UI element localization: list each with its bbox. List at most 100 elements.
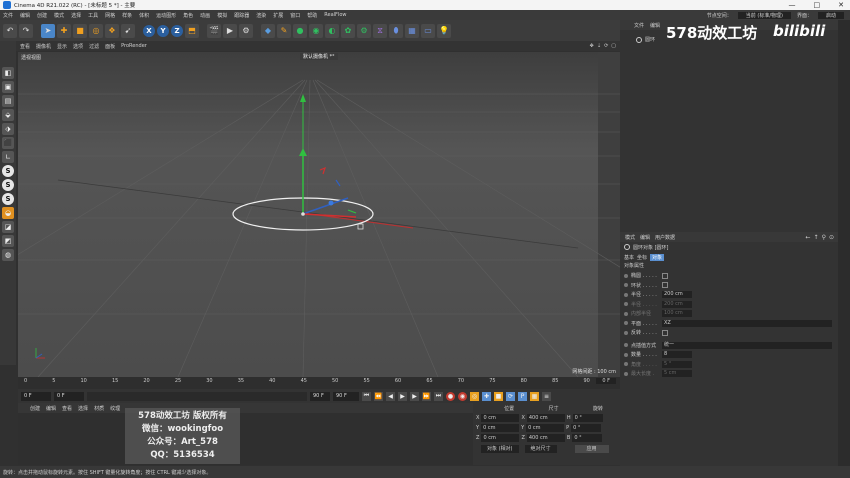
points-mode-icon[interactable]: ⬙ bbox=[2, 109, 14, 121]
mat-menu-create[interactable]: 创建 bbox=[30, 405, 40, 412]
zoom-icon[interactable]: ⇣ bbox=[597, 43, 601, 49]
autokey-icon[interactable]: ◉ bbox=[458, 391, 467, 401]
undo-icon[interactable]: ↶ bbox=[3, 23, 17, 38]
interface-select[interactable]: 启动 bbox=[817, 11, 844, 19]
field-icon[interactable]: ⚙ bbox=[357, 23, 371, 38]
prev-key-icon[interactable]: ⏪ bbox=[374, 391, 383, 401]
coordinate-system-icon[interactable]: ⬒ bbox=[185, 23, 199, 38]
cube-icon[interactable]: ◆ bbox=[261, 23, 275, 38]
key-param-icon[interactable]: P bbox=[518, 391, 527, 401]
extra-tool-icon[interactable]: ➹ bbox=[121, 23, 135, 38]
key-rotation-icon[interactable]: ⟳ bbox=[506, 391, 515, 401]
prev-frame-icon[interactable]: ◀ bbox=[386, 391, 395, 401]
texture-mode-icon[interactable]: ▤ bbox=[2, 95, 14, 107]
plane-select[interactable]: XZ bbox=[662, 319, 832, 327]
tab-coord[interactable]: 坐标 bbox=[637, 254, 647, 261]
select-cursor-icon[interactable]: ➤ bbox=[41, 23, 55, 38]
timeline-menu-icon[interactable]: ≡ bbox=[542, 391, 551, 401]
key-position-icon[interactable]: ✚ bbox=[482, 391, 491, 401]
vp-menu-filter[interactable]: 过滤 bbox=[89, 43, 99, 50]
mat-menu-texture[interactable]: 纹理 bbox=[110, 405, 120, 412]
preview-start-field[interactable]: 0 F bbox=[54, 391, 84, 401]
go-to-end-icon[interactable]: ⏭ bbox=[434, 391, 443, 401]
subdivision-icon[interactable]: ● bbox=[293, 23, 307, 38]
orbit-icon[interactable]: ⟳ bbox=[604, 43, 608, 49]
menu-realflow[interactable]: RealFlow bbox=[324, 12, 346, 18]
menu-render[interactable]: 渲染 bbox=[256, 12, 266, 19]
apply-button[interactable]: 应用 bbox=[574, 445, 609, 453]
number-field[interactable]: 8 bbox=[662, 351, 692, 359]
render-view-icon[interactable]: 🎬 bbox=[207, 23, 221, 38]
redo-icon[interactable]: ↷ bbox=[19, 23, 33, 38]
menu-volume[interactable]: 体积 bbox=[139, 12, 149, 19]
z-axis-lock-icon[interactable]: Z bbox=[171, 24, 183, 37]
y-axis-lock-icon[interactable]: Y bbox=[157, 24, 169, 37]
attr-menu-mode[interactable]: 模式 bbox=[625, 234, 635, 241]
anim-dot-icon[interactable] bbox=[624, 330, 628, 335]
pen-spline-icon[interactable]: ✎ bbox=[277, 23, 291, 38]
radius-field[interactable]: 200 cm bbox=[662, 291, 692, 299]
vp-menu-view[interactable]: 查看 bbox=[20, 43, 30, 50]
key-pla-icon[interactable]: ▦ bbox=[530, 391, 539, 401]
workplane-icon[interactable]: S bbox=[2, 179, 14, 191]
attr-menu-userdata[interactable]: 用户数据 bbox=[655, 234, 675, 241]
mat-menu-view[interactable]: 查看 bbox=[62, 405, 72, 412]
menu-tracker[interactable]: 跟踪器 bbox=[234, 12, 249, 19]
size-y-field[interactable]: 0 cm bbox=[526, 424, 565, 432]
attr-menu-edit[interactable]: 编辑 bbox=[640, 234, 650, 241]
menu-window[interactable]: 窗口 bbox=[290, 12, 300, 19]
menu-edit[interactable]: 编辑 bbox=[20, 12, 30, 19]
next-key-icon[interactable]: ⏩ bbox=[422, 391, 431, 401]
tab-basic[interactable]: 基本 bbox=[624, 254, 634, 261]
make-editable-icon[interactable]: ◧ bbox=[2, 67, 14, 79]
obj-menu-edit[interactable]: 编辑 bbox=[650, 22, 660, 29]
search-icon[interactable]: ⚲ bbox=[822, 234, 826, 241]
viewport-camera-name[interactable]: 默认摄像机 *° bbox=[300, 53, 338, 60]
mat-menu-material[interactable]: 材质 bbox=[94, 405, 104, 412]
size-mode-select[interactable]: 绝对尺寸 bbox=[524, 445, 557, 453]
scale-icon[interactable]: ■ bbox=[73, 23, 87, 38]
keyframe-selection-icon[interactable]: ◎ bbox=[470, 391, 479, 401]
menu-select[interactable]: 选择 bbox=[71, 12, 81, 19]
minimize-button[interactable]: — bbox=[789, 0, 796, 10]
pos-x-field[interactable]: 0 cm bbox=[481, 414, 520, 422]
menu-character[interactable]: 角色 bbox=[183, 12, 193, 19]
go-to-start-icon[interactable]: ⏮ bbox=[362, 391, 371, 401]
edges-mode-icon[interactable]: ⬗ bbox=[2, 123, 14, 135]
size-x-field[interactable]: 400 cm bbox=[526, 414, 565, 422]
anim-dot-icon[interactable] bbox=[624, 292, 628, 297]
record-icon[interactable]: ● bbox=[446, 391, 455, 401]
up-arrow-icon[interactable]: ↑ bbox=[814, 234, 819, 241]
sculpt-icon[interactable]: ◪ bbox=[2, 221, 14, 233]
current-frame-field[interactable]: 0 F bbox=[596, 378, 616, 384]
menu-spline[interactable]: 样条 bbox=[122, 12, 132, 19]
boole-icon[interactable]: ◐ bbox=[325, 23, 339, 38]
object-row[interactable]: 圆环 bbox=[636, 36, 655, 43]
environment-icon[interactable]: ⬮ bbox=[389, 23, 403, 38]
vp-menu-options[interactable]: 选项 bbox=[73, 43, 83, 50]
end-frame-field[interactable]: 90 F bbox=[333, 391, 359, 401]
pan-icon[interactable]: ✥ bbox=[590, 43, 594, 49]
rot-p-field[interactable]: 0 ° bbox=[571, 424, 602, 432]
back-arrow-icon[interactable]: ← bbox=[806, 234, 811, 241]
floor-icon[interactable]: ▦ bbox=[405, 23, 419, 38]
render-to-picture-viewer-icon[interactable]: ▶ bbox=[223, 23, 237, 38]
rot-h-field[interactable]: 0 ° bbox=[572, 414, 603, 422]
snap-icon[interactable]: S bbox=[2, 165, 14, 177]
cloner-icon[interactable]: ✿ bbox=[341, 23, 355, 38]
deformer-icon[interactable]: ⧖ bbox=[373, 23, 387, 38]
preview-end-field[interactable]: 90 F bbox=[310, 391, 330, 401]
render-settings-icon[interactable]: ⚙ bbox=[239, 23, 253, 38]
menu-create[interactable]: 创建 bbox=[37, 12, 47, 19]
tab-object[interactable]: 对象 bbox=[650, 253, 665, 261]
menu-extensions[interactable]: 扩展 bbox=[273, 12, 283, 19]
maximize-button[interactable]: □ bbox=[814, 0, 821, 10]
rotate-icon[interactable]: ◎ bbox=[89, 23, 103, 38]
solo-icon[interactable]: ◍ bbox=[2, 249, 14, 261]
range-slider[interactable] bbox=[87, 391, 307, 401]
reverse-checkbox[interactable] bbox=[662, 329, 668, 336]
vp-menu-panel[interactable]: 面板 bbox=[105, 43, 115, 50]
mat-menu-select[interactable]: 选择 bbox=[78, 405, 88, 412]
anim-dot-icon[interactable] bbox=[624, 352, 628, 357]
menu-simulate[interactable]: 模拟 bbox=[217, 12, 227, 19]
